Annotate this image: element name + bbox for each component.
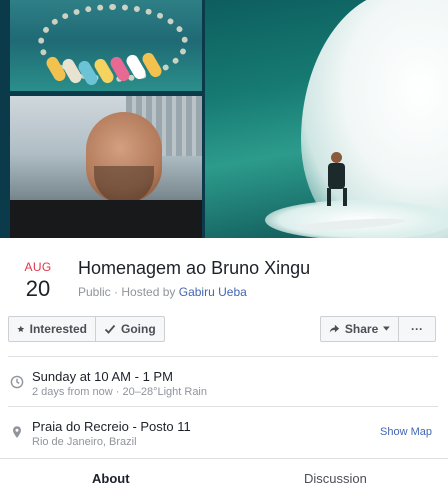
divider [8,406,438,407]
share-arrow-icon [329,324,340,333]
event-subtitle: Public · Hosted by Gabiru Ueba [78,285,247,299]
share-button[interactable]: Share [320,316,399,342]
event-actions: Interested Going Share ··· [0,316,448,344]
tab-discussion[interactable]: Discussion [304,471,367,486]
hosted-by-prefix: Hosted by [121,285,176,299]
surfers-circle-photo [10,0,202,91]
interested-button[interactable]: Interested [8,316,96,342]
event-day: 20 [25,276,51,301]
event-time: Sunday at 10 AM - 1 PM [32,369,173,384]
event-time-detail: 2 days from now · 20–28°Light Rain [32,386,207,398]
wave-surfer-photo [205,0,448,238]
clock-icon [10,375,24,389]
event-location: Praia do Recreio - Posto 11 [32,419,191,434]
checkmark-icon [104,324,116,334]
cover-photo-collage[interactable] [0,0,448,238]
divider [8,356,438,357]
event-title: Homenagem ao Bruno Xingu [78,258,311,278]
more-options-icon: ··· [411,322,423,336]
tab-about[interactable]: About [92,471,130,486]
show-map-link[interactable]: Show Map [380,426,432,438]
location-pin-icon [13,426,21,438]
caret-down-icon [383,326,390,331]
interested-label: Interested [29,322,87,336]
event-header: AUG 20 Homenagem ao Bruno Xingu Public ·… [0,238,448,302]
event-tabs: About Discussion [0,458,448,494]
event-date: AUG 20 [14,260,62,302]
share-label: Share [344,322,379,336]
host-link[interactable]: Gabiru Ueba [179,285,247,299]
going-button[interactable]: Going [95,316,165,342]
star-icon [17,325,25,333]
event-location-city: Rio de Janeiro, Brazil [32,436,137,448]
privacy-label: Public [78,285,111,299]
going-label: Going [121,322,156,336]
event-month: AUG [24,260,52,274]
portrait-photo [10,96,202,238]
more-options-button[interactable]: ··· [398,316,436,342]
